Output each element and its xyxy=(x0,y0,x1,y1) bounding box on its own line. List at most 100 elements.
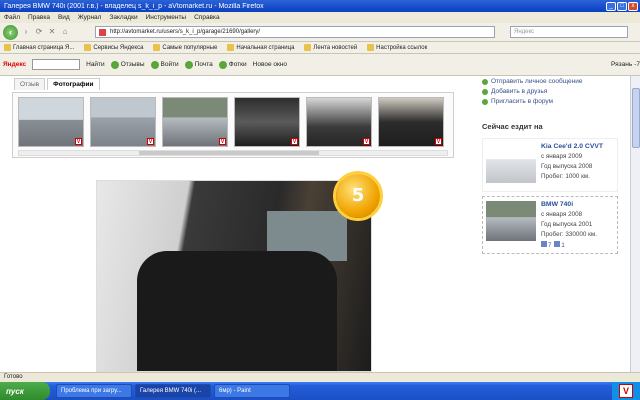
car-year: Год выпуска 2008 xyxy=(541,163,593,170)
send-message-link[interactable]: Отправить личное сообщение xyxy=(482,78,582,85)
bookmark-icon xyxy=(227,44,235,51)
camera-icon xyxy=(541,241,547,247)
right-sidebar: Отправить личное сообщение Добавить в др… xyxy=(476,76,626,372)
v-logo-icon[interactable]: V xyxy=(619,384,633,398)
reload-icon[interactable]: ⟳ xyxy=(34,26,44,38)
menu-bar: Файл Правка Вид Журнал Закладки Инструме… xyxy=(0,12,640,23)
car-since: с января 2009 xyxy=(541,153,583,160)
bookmarks-bar: Главная страница Я... Сервисы Яндекса Са… xyxy=(0,42,640,54)
car-stats: 7 1 xyxy=(541,241,565,249)
yandex-toolbar: Яндекс Найти Отзывы Войти Почта Фотки Но… xyxy=(0,54,640,76)
minimize-button[interactable]: _ xyxy=(606,1,616,11)
yandex-search-input[interactable] xyxy=(32,59,81,70)
page-scrollbar[interactable] xyxy=(630,76,640,372)
status-text: Готово xyxy=(4,374,23,380)
new-window-button[interactable]: Новое окно xyxy=(253,61,287,68)
bookmark-item[interactable]: Самые популярные xyxy=(153,44,217,51)
url-text: http://avtomarket.ru/users/s_k_i_p/garag… xyxy=(110,29,261,35)
search-input[interactable]: Яндекс xyxy=(510,26,628,38)
thumbnail[interactable]: V xyxy=(18,97,84,147)
start-button[interactable]: пуск xyxy=(0,382,50,400)
find-button[interactable]: Найти xyxy=(86,61,105,68)
comment-icon xyxy=(554,241,561,247)
stop-icon[interactable]: ✕ xyxy=(47,26,57,38)
page-content: Отзыв Фотографии V V V V V V 5 Отправить… xyxy=(0,76,630,372)
folder-icon xyxy=(84,44,92,51)
v-mark-icon: V xyxy=(291,138,298,145)
reviews-button[interactable]: Отзывы xyxy=(110,60,145,69)
menu-bookmarks[interactable]: Закладки xyxy=(109,14,137,21)
window-titlebar: Галерея BMW 740i (2001 г.в.) - владелец … xyxy=(0,0,640,12)
thumbnail[interactable]: V xyxy=(306,97,372,147)
close-button[interactable]: x xyxy=(628,1,638,11)
invite-forum-link[interactable]: Пригласить в форум xyxy=(482,98,553,105)
car-name-link[interactable]: BMW 740i xyxy=(541,201,573,208)
url-bar[interactable]: http://avtomarket.ru/users/s_k_i_p/garag… xyxy=(95,26,495,38)
invite-icon xyxy=(482,98,488,105)
bookmark-item[interactable]: Настройка ссылок xyxy=(367,44,427,51)
tab-review[interactable]: Отзыв xyxy=(14,78,46,90)
maximize-button[interactable]: □ xyxy=(617,1,627,11)
rss-icon xyxy=(304,44,312,51)
add-friend-link[interactable]: Добавить в друзья xyxy=(482,88,547,95)
back-button[interactable]: ‹ xyxy=(3,24,18,40)
yandex-logo: Яндекс xyxy=(3,61,27,68)
thumbnail[interactable]: V xyxy=(90,97,156,147)
v-mark-icon: V xyxy=(75,138,82,145)
thumbnail[interactable]: V xyxy=(162,97,228,147)
menu-edit[interactable]: Правка xyxy=(28,14,50,21)
login-icon xyxy=(150,60,159,69)
bookmark-item[interactable]: Лента новостей xyxy=(304,44,357,51)
mail-button[interactable]: Почта xyxy=(184,60,213,69)
taskbar-item[interactable]: 6мр) - Paint xyxy=(214,384,290,398)
v-mark-icon: V xyxy=(147,138,154,145)
car-card-bmw: BMW 740i с января 2008 Год выпуска 2001 … xyxy=(482,196,618,254)
v-mark-icon: V xyxy=(363,138,370,145)
photos-button[interactable]: Фотки xyxy=(218,60,247,69)
photo-count[interactable]: 7 xyxy=(541,241,551,249)
favicon-icon xyxy=(99,28,106,36)
car-since: с января 2008 xyxy=(541,211,583,218)
car-seat-shape xyxy=(137,251,337,371)
thumbnail-scrollbar[interactable] xyxy=(18,150,448,156)
comment-count[interactable]: 1 xyxy=(554,241,565,249)
status-bar: Готово xyxy=(0,372,640,382)
v-mark-icon: V xyxy=(219,138,226,145)
forward-button[interactable]: › xyxy=(21,26,31,38)
window-title: Галерея BMW 740i (2001 г.в.) - владелец … xyxy=(4,2,264,10)
menu-history[interactable]: Журнал xyxy=(78,14,102,21)
login-button[interactable]: Войти xyxy=(150,60,179,69)
bookmark-item[interactable]: Сервисы Яндекса xyxy=(84,44,143,51)
taskbar-item[interactable]: Проблема при загру... xyxy=(56,384,132,398)
bookmark-item[interactable]: Начальная страница xyxy=(227,44,294,51)
car-name-link[interactable]: Kia Cee'd 2.0 CVVT xyxy=(541,143,603,150)
thumbnail[interactable]: V xyxy=(234,97,300,147)
now-driving-title: Сейчас ездит на xyxy=(482,122,543,131)
car-photo[interactable] xyxy=(486,201,536,241)
system-tray: V xyxy=(612,382,640,400)
rating-badge: 5 xyxy=(336,174,380,218)
navigation-bar: ‹ › ⟳ ✕ ⌂ http://avtomarket.ru/users/s_k… xyxy=(0,23,640,42)
car-card-kia: Kia Cee'd 2.0 CVVT с января 2009 Год вып… xyxy=(482,138,618,192)
menu-view[interactable]: Вид xyxy=(58,14,70,21)
tab-photos[interactable]: Фотографии xyxy=(47,78,100,90)
bookmark-item[interactable]: Главная страница Я... xyxy=(4,44,74,51)
gallery-tabs: Отзыв Фотографии xyxy=(14,78,100,90)
add-friend-icon xyxy=(482,88,488,95)
menu-help[interactable]: Справка xyxy=(194,14,220,21)
main-photo[interactable] xyxy=(96,180,372,372)
reviews-icon xyxy=(110,60,119,69)
search-placeholder: Яндекс xyxy=(514,29,535,35)
car-photo[interactable] xyxy=(486,143,536,183)
taskbar-item[interactable]: Галерея BMW 740i (... xyxy=(135,384,211,398)
menu-tools[interactable]: Инструменты xyxy=(146,14,187,21)
page-scroll-thumb[interactable] xyxy=(632,88,640,148)
message-icon xyxy=(482,78,488,85)
home-icon[interactable]: ⌂ xyxy=(60,26,70,38)
scroll-thumb[interactable] xyxy=(139,151,319,155)
weather-widget[interactable]: Рязань -7 xyxy=(611,61,640,68)
menu-file[interactable]: Файл xyxy=(4,14,20,21)
thumbnail[interactable]: V xyxy=(378,97,444,147)
mail-icon xyxy=(184,60,193,69)
car-mileage: Пробег: 330000 км. xyxy=(541,231,597,238)
